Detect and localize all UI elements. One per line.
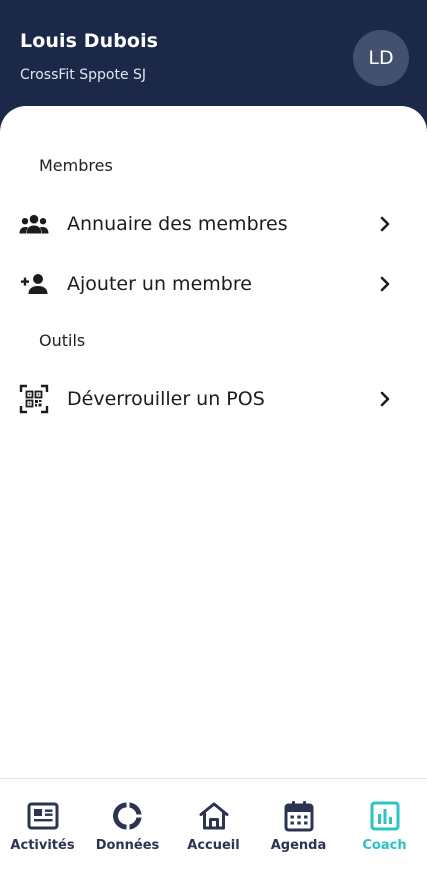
bar-chart-icon [368, 799, 402, 833]
group-icon [18, 210, 50, 238]
menu-item-member-directory[interactable]: Annuaire des membres [0, 200, 427, 248]
gym-name: CrossFit Sppote SJ [20, 67, 147, 83]
avatar[interactable]: LD [353, 30, 409, 86]
content-sheet: Membres Annuaire des membres Ajouter un … [0, 106, 427, 779]
menu-item-label: Déverrouiller un POS [67, 388, 265, 410]
bottom-navigation: Activités Données Accueil Agenda Coach [0, 778, 427, 881]
nav-label: Activités [10, 838, 75, 853]
app-screen: Louis Dubois CrossFit Sppote SJ LD Membr… [0, 0, 427, 881]
chevron-right-icon [376, 390, 394, 408]
home-icon [197, 799, 231, 833]
nav-tab-accueil[interactable]: Accueil [171, 779, 256, 881]
chevron-right-icon [376, 215, 394, 233]
nav-tab-agenda[interactable]: Agenda [256, 779, 341, 881]
nav-label: Données [95, 838, 160, 853]
donut-chart-icon [111, 799, 145, 833]
nav-tab-coach[interactable]: Coach [342, 779, 427, 881]
menu-item-unlock-pos[interactable]: Déverrouiller un POS [0, 375, 427, 423]
calendar-icon [282, 799, 316, 833]
nav-label: Accueil [187, 838, 240, 853]
nav-tab-activites[interactable]: Activités [0, 779, 85, 881]
nav-label: Agenda [270, 838, 327, 853]
menu-item-label: Annuaire des membres [67, 213, 288, 235]
chevron-right-icon [376, 275, 394, 293]
qr-code-scan-icon [18, 384, 50, 414]
menu-item-add-member[interactable]: Ajouter un membre [0, 260, 427, 308]
nav-label: Coach [362, 838, 407, 853]
person-add-icon [18, 270, 50, 298]
user-name: Louis Dubois [20, 30, 159, 52]
nav-tab-donnees[interactable]: Données [85, 779, 170, 881]
newspaper-icon [26, 799, 60, 833]
section-title-membres: Membres [39, 156, 113, 175]
section-title-outils: Outils [39, 331, 86, 350]
menu-item-label: Ajouter un membre [67, 273, 252, 295]
